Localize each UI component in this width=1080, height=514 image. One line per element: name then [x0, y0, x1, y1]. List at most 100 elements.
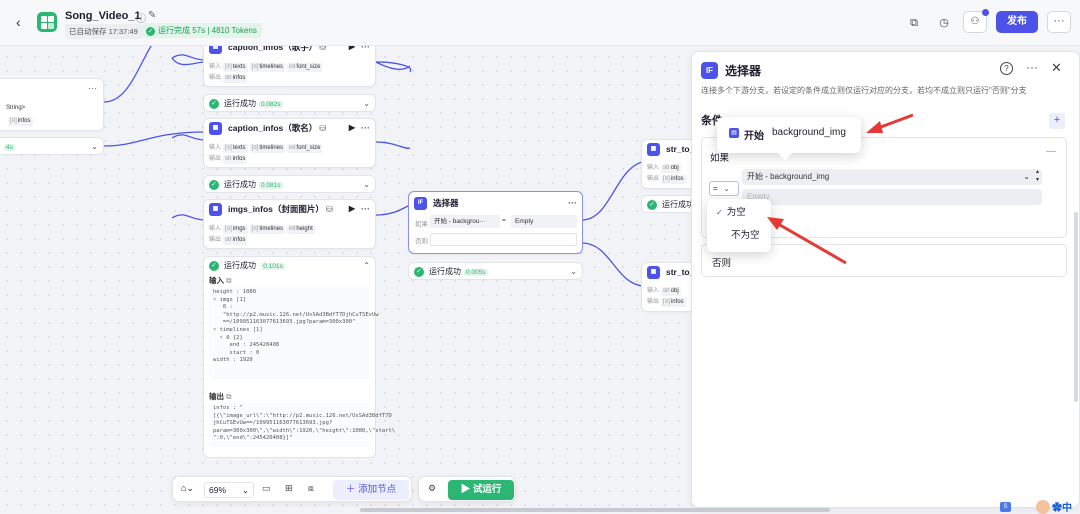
canvas-toolbar: ⌂⌄ 69% ⌄ ▭ ⊞ ⧈ ＋ 添加节点	[172, 476, 412, 502]
if-icon: IF	[701, 62, 718, 79]
json-line: 0 :	[213, 304, 233, 311]
outputs-row: 输出 strinfos	[209, 74, 248, 83]
run-toolbar: ⚙ ▶ 试运行	[418, 476, 516, 502]
status-text: 运行成功	[224, 99, 256, 108]
minimap-icon[interactable]: ⧈	[308, 483, 314, 494]
more-menu-button[interactable]: ···	[1047, 11, 1071, 33]
copy-icon[interactable]: ⧉	[905, 14, 923, 32]
top-header: ‹ Song_Video_1 ⓘ ✎ 已自动保存 17:37:49 ✓ 运行完成 …	[0, 0, 1080, 46]
chevron-down-icon[interactable]: ⌄	[91, 138, 98, 155]
scrollbar[interactable]	[1074, 212, 1078, 402]
if-label: 如果	[415, 221, 428, 228]
input-tag: intfont_size	[287, 144, 323, 153]
comment-icon[interactable]: ▭	[262, 483, 271, 494]
chevron-down-icon: ⌄	[1023, 172, 1030, 181]
output-tag: [≡]infos	[661, 175, 686, 184]
history-icon[interactable]: ◷	[935, 14, 953, 32]
input-tag: [≡]texts	[223, 144, 248, 153]
play-icon[interactable]: ▶	[349, 200, 355, 218]
zoom-select[interactable]: 69% ⌄	[204, 482, 254, 498]
node-caption-songname[interactable]: ▦ caption_infos（歌名） ⛁ ▶ ··· 输入 [≡]texts [≡]tim…	[203, 118, 376, 168]
output-json-view: infos : " [{\"image_url\":\"http://p2.mus…	[209, 403, 396, 447]
run-time: 4s	[4, 144, 15, 151]
operator-select[interactable]: = ⌄	[709, 181, 739, 196]
add-node-button[interactable]: ＋ 添加节点	[333, 480, 409, 500]
check-icon: ✓	[647, 200, 657, 210]
node-caption-songname-status[interactable]: ✓ 运行成功 0.081s ⌄	[203, 175, 376, 193]
publish-button[interactable]: 发布	[996, 11, 1038, 33]
more-icon[interactable]: ···	[568, 192, 577, 214]
option-is-empty[interactable]: ✓ 为空	[711, 204, 767, 222]
more-icon[interactable]: ···	[361, 119, 370, 137]
json-line: end : 245420408	[213, 342, 280, 349]
mouse-mode-icon[interactable]: ⌂⌄	[181, 483, 194, 494]
more-icon[interactable]: ···	[1026, 60, 1038, 74]
copy-icon[interactable]: ⧉	[226, 276, 231, 285]
node-title: caption_infos（歌名）	[228, 123, 318, 133]
else-slot	[430, 233, 577, 246]
chevron-down-icon[interactable]: ⌄	[363, 176, 370, 193]
json-line: ▿ imgs [1]	[213, 296, 247, 303]
node-imgs-infos[interactable]: ▦ imgs_infos（封面图片） ⛁ ▶ ··· 输入 [≡]imgs [≡]timel…	[203, 199, 376, 249]
node-caption-singer-status[interactable]: ✓ 运行成功 0.082s ⌄	[203, 94, 376, 112]
panel-title: 选择器	[725, 64, 762, 78]
ime-mode[interactable]: ✿中	[1052, 499, 1072, 514]
play-icon[interactable]: ▶	[349, 119, 355, 137]
edit-icon[interactable]: ✎	[148, 10, 156, 21]
avatar	[1036, 500, 1050, 514]
status-text: 运行成功	[662, 200, 694, 209]
debug-icon[interactable]: ⚙	[428, 483, 436, 494]
plus-icon: ＋	[345, 484, 359, 495]
output-tag: [≡]infos	[8, 117, 33, 126]
play-icon: ▶	[460, 484, 473, 495]
more-icon[interactable]: ···	[88, 83, 97, 93]
input-tag: strobj	[661, 287, 681, 296]
input-tag: [≡]imgs	[223, 225, 248, 234]
json-line: "http://p2.music.126.net/UsSAd3BdfT7DjhC…	[213, 311, 379, 318]
test-run-button[interactable]: ▶ 试运行	[448, 480, 514, 500]
back-arrow-icon[interactable]: ‹	[16, 14, 21, 30]
json-line: ▿ timelines [1]	[213, 326, 263, 333]
check-icon: ✓	[209, 261, 219, 271]
selector-node[interactable]: IF 选择器 ··· 如果 开始 - backgrou··· = Empty 否则	[408, 191, 583, 254]
if-icon: IF	[414, 197, 427, 210]
outputs-row: 输出 strinfos	[209, 155, 248, 164]
tooltip-variable: background_img	[772, 127, 846, 138]
horizontal-scrollbar[interactable]	[360, 508, 830, 512]
json-line: ==/109951163077613693.jpg?param=300x300"	[213, 319, 356, 326]
autosave-status: 已自动保存 17:37:49	[65, 24, 142, 39]
add-condition-icon[interactable]: +	[1049, 113, 1065, 129]
layout-icon[interactable]: ⊞	[285, 483, 293, 494]
copy-icon[interactable]: ⧉	[226, 392, 231, 401]
help-icon[interactable]: ?	[1000, 62, 1013, 75]
collaborators-button[interactable]: ⚇	[963, 9, 989, 33]
value-input[interactable]: Empty	[742, 189, 1042, 205]
outputs-row: 输出 strinfos	[209, 236, 248, 245]
tooltip-node-name: 开始	[744, 131, 764, 142]
ime-icon[interactable]: S	[1000, 502, 1011, 512]
run-status-badge[interactable]: ✓ 运行完成 57s | 4810 Tokens	[142, 23, 262, 38]
option-not-empty[interactable]: 不为空	[711, 227, 767, 245]
chevron-up-icon[interactable]: ⌃	[363, 257, 370, 274]
variable-select[interactable]: 开始 - background_img ⌄ ▴ ▾	[742, 169, 1042, 185]
paw-icon: ✿	[1052, 503, 1062, 514]
left-stub-status[interactable]: 4s ⌄	[0, 137, 104, 155]
collapse-icon[interactable]: —	[1046, 146, 1056, 157]
close-icon[interactable]: ✕	[1051, 60, 1062, 76]
app-logo	[37, 12, 57, 32]
run-time: 0.081s	[259, 182, 283, 189]
chevron-down-icon[interactable]: ⌄	[363, 95, 370, 112]
output-tag: strinfos	[223, 155, 248, 164]
chevron-down-icon[interactable]: ⌄	[570, 263, 577, 280]
node-imgs-infos-detail[interactable]: ✓ 运行成功 0.101s ⌃ 输入 ⧉ height : 1080 ▿ imgs…	[203, 256, 396, 458]
more-icon[interactable]: ···	[361, 200, 370, 218]
left-stub-node[interactable]: ··· String> [≡]infos	[0, 78, 104, 131]
workflow-title: Song_Video_1	[65, 10, 141, 22]
json-line: jhCuTSEvUw==/109951163077613693.jpg?	[213, 420, 333, 427]
check-icon: ✓	[209, 180, 219, 190]
selector-node-status[interactable]: ✓ 运行成功 0.005s ⌄	[408, 262, 583, 280]
stepper-icon: ▴ ▾	[1035, 169, 1039, 183]
output-tag: strinfos	[223, 236, 248, 245]
node-icon: ▦	[647, 143, 660, 156]
json-line: param=300x300\",\"width\":1920,\"height\…	[213, 427, 396, 434]
